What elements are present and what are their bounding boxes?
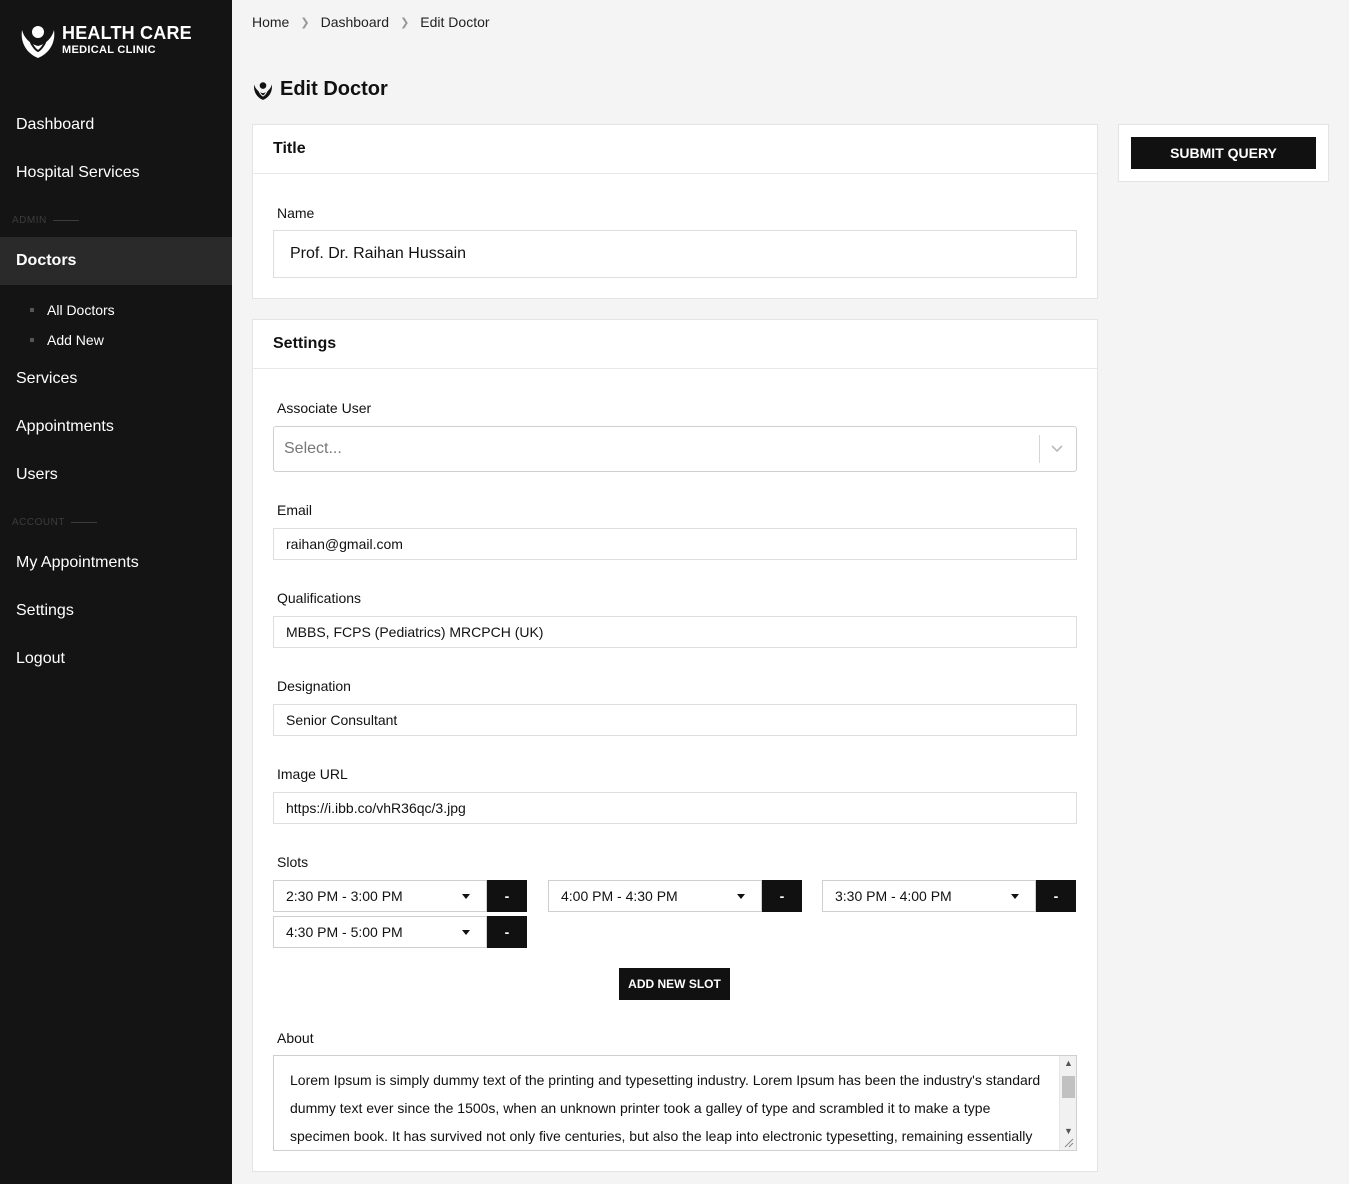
- page-title-row: Edit Doctor: [252, 78, 388, 101]
- clinic-logo[interactable]: HEALTH CARE MEDICAL CLINIC: [18, 20, 192, 60]
- sidebar-item-hospital-services[interactable]: Hospital Services: [0, 149, 232, 197]
- sidebar-subitem-all-doctors[interactable]: All Doctors: [30, 302, 115, 318]
- sidebar-item-logout[interactable]: Logout: [0, 635, 232, 683]
- qualifications-label: Qualifications: [277, 590, 362, 606]
- slot-value: 4:00 PM - 4:30 PM: [561, 888, 678, 904]
- title-card: Title Name Prof. Dr. Raihan Hussain: [252, 124, 1098, 299]
- sidebar-subitem-add-new[interactable]: Add New: [30, 332, 104, 348]
- about-text: Lorem Ipsum is simply dummy text of the …: [290, 1072, 1041, 1144]
- sidebar-item-settings[interactable]: Settings: [0, 587, 232, 635]
- sidebar-item-my-appointments[interactable]: My Appointments: [0, 539, 232, 587]
- scroll-down-icon[interactable]: ▼: [1064, 1126, 1073, 1136]
- about-label: About: [277, 1030, 314, 1046]
- select-divider: [1039, 435, 1040, 463]
- resize-handle-icon[interactable]: [1062, 1136, 1074, 1148]
- email-label: Email: [277, 502, 313, 518]
- scroll-up-icon[interactable]: ▲: [1064, 1058, 1073, 1068]
- section-label-account: ACCOUNT: [12, 517, 97, 528]
- card-header: Title: [253, 125, 1097, 174]
- care-hands-icon: [21, 26, 55, 58]
- image-url-input[interactable]: https://i.ibb.co/vhR36qc/3.jpg: [273, 792, 1077, 824]
- chevron-right-icon: ❯: [400, 16, 410, 29]
- card-header: Settings: [253, 320, 1097, 369]
- email-input[interactable]: raihan@gmail.com: [273, 528, 1077, 560]
- slot-select[interactable]: 4:00 PM - 4:30 PM: [548, 880, 762, 912]
- slot-value: 3:30 PM - 4:00 PM: [835, 888, 952, 904]
- slot-select[interactable]: 4:30 PM - 5:00 PM: [273, 916, 487, 948]
- scroll-thumb[interactable]: [1062, 1076, 1075, 1098]
- submit-query-button[interactable]: SUBMIT QUERY: [1131, 137, 1316, 169]
- remove-slot-button[interactable]: -: [762, 880, 802, 912]
- bullet-icon: [30, 338, 34, 342]
- slot-select[interactable]: 2:30 PM - 3:00 PM: [273, 880, 487, 912]
- associate-user-label: Associate User: [277, 400, 372, 416]
- breadcrumb-current: Edit Doctor: [420, 14, 490, 30]
- caret-down-icon: [462, 930, 470, 935]
- name-label: Name: [277, 205, 315, 221]
- breadcrumb: Home ❯ Dashboard ❯ Edit Doctor: [252, 14, 490, 30]
- caret-down-icon: [737, 894, 745, 899]
- remove-slot-button[interactable]: -: [1036, 880, 1076, 912]
- image-url-label: Image URL: [277, 766, 348, 782]
- bullet-icon: [30, 308, 34, 312]
- select-placeholder: Select...: [284, 440, 342, 457]
- about-textarea[interactable]: Lorem Ipsum is simply dummy text of the …: [273, 1055, 1077, 1151]
- sidebar-item-dashboard[interactable]: Dashboard: [0, 101, 232, 149]
- care-hands-icon: [254, 81, 272, 100]
- remove-slot-button[interactable]: -: [487, 880, 527, 912]
- designation-input[interactable]: Senior Consultant: [273, 704, 1077, 736]
- breadcrumb-home[interactable]: Home: [252, 14, 289, 30]
- section-label-admin: ADMIN: [12, 215, 79, 226]
- remove-slot-button[interactable]: -: [487, 916, 527, 948]
- sidebar-item-appointments[interactable]: Appointments: [0, 403, 232, 451]
- sidebar: HEALTH CARE MEDICAL CLINIC Dashboard Hos…: [0, 0, 232, 1184]
- slot-select[interactable]: 3:30 PM - 4:00 PM: [822, 880, 1036, 912]
- slot-value: 4:30 PM - 5:00 PM: [286, 924, 403, 940]
- add-new-slot-button[interactable]: ADD NEW SLOT: [619, 968, 730, 1000]
- chevron-right-icon: ❯: [300, 16, 310, 29]
- breadcrumb-dashboard[interactable]: Dashboard: [321, 14, 390, 30]
- designation-label: Designation: [277, 678, 351, 694]
- associate-user-select[interactable]: Select...: [273, 426, 1077, 472]
- sidebar-item-doctors[interactable]: Doctors: [0, 237, 232, 285]
- chevron-down-icon[interactable]: [1050, 441, 1064, 455]
- sidebar-item-users[interactable]: Users: [0, 451, 232, 499]
- sidebar-item-services[interactable]: Services: [0, 355, 232, 403]
- qualifications-input[interactable]: MBBS, FCPS (Pediatrics) MRCPCH (UK): [273, 616, 1077, 648]
- slots-label: Slots: [277, 854, 309, 870]
- submit-card: SUBMIT QUERY: [1118, 124, 1329, 182]
- sidebar-subitem-label: All Doctors: [47, 302, 115, 318]
- settings-card: Settings Associate User Select... Email …: [252, 319, 1098, 1172]
- page-title: Edit Doctor: [280, 78, 388, 100]
- caret-down-icon: [462, 894, 470, 899]
- slot-value: 2:30 PM - 3:00 PM: [286, 888, 403, 904]
- sidebar-subitem-label: Add New: [47, 332, 104, 348]
- brand-subtitle: MEDICAL CLINIC: [62, 44, 156, 56]
- caret-down-icon: [1011, 894, 1019, 899]
- brand-name: HEALTH CARE: [62, 23, 192, 43]
- name-input[interactable]: Prof. Dr. Raihan Hussain: [273, 230, 1077, 278]
